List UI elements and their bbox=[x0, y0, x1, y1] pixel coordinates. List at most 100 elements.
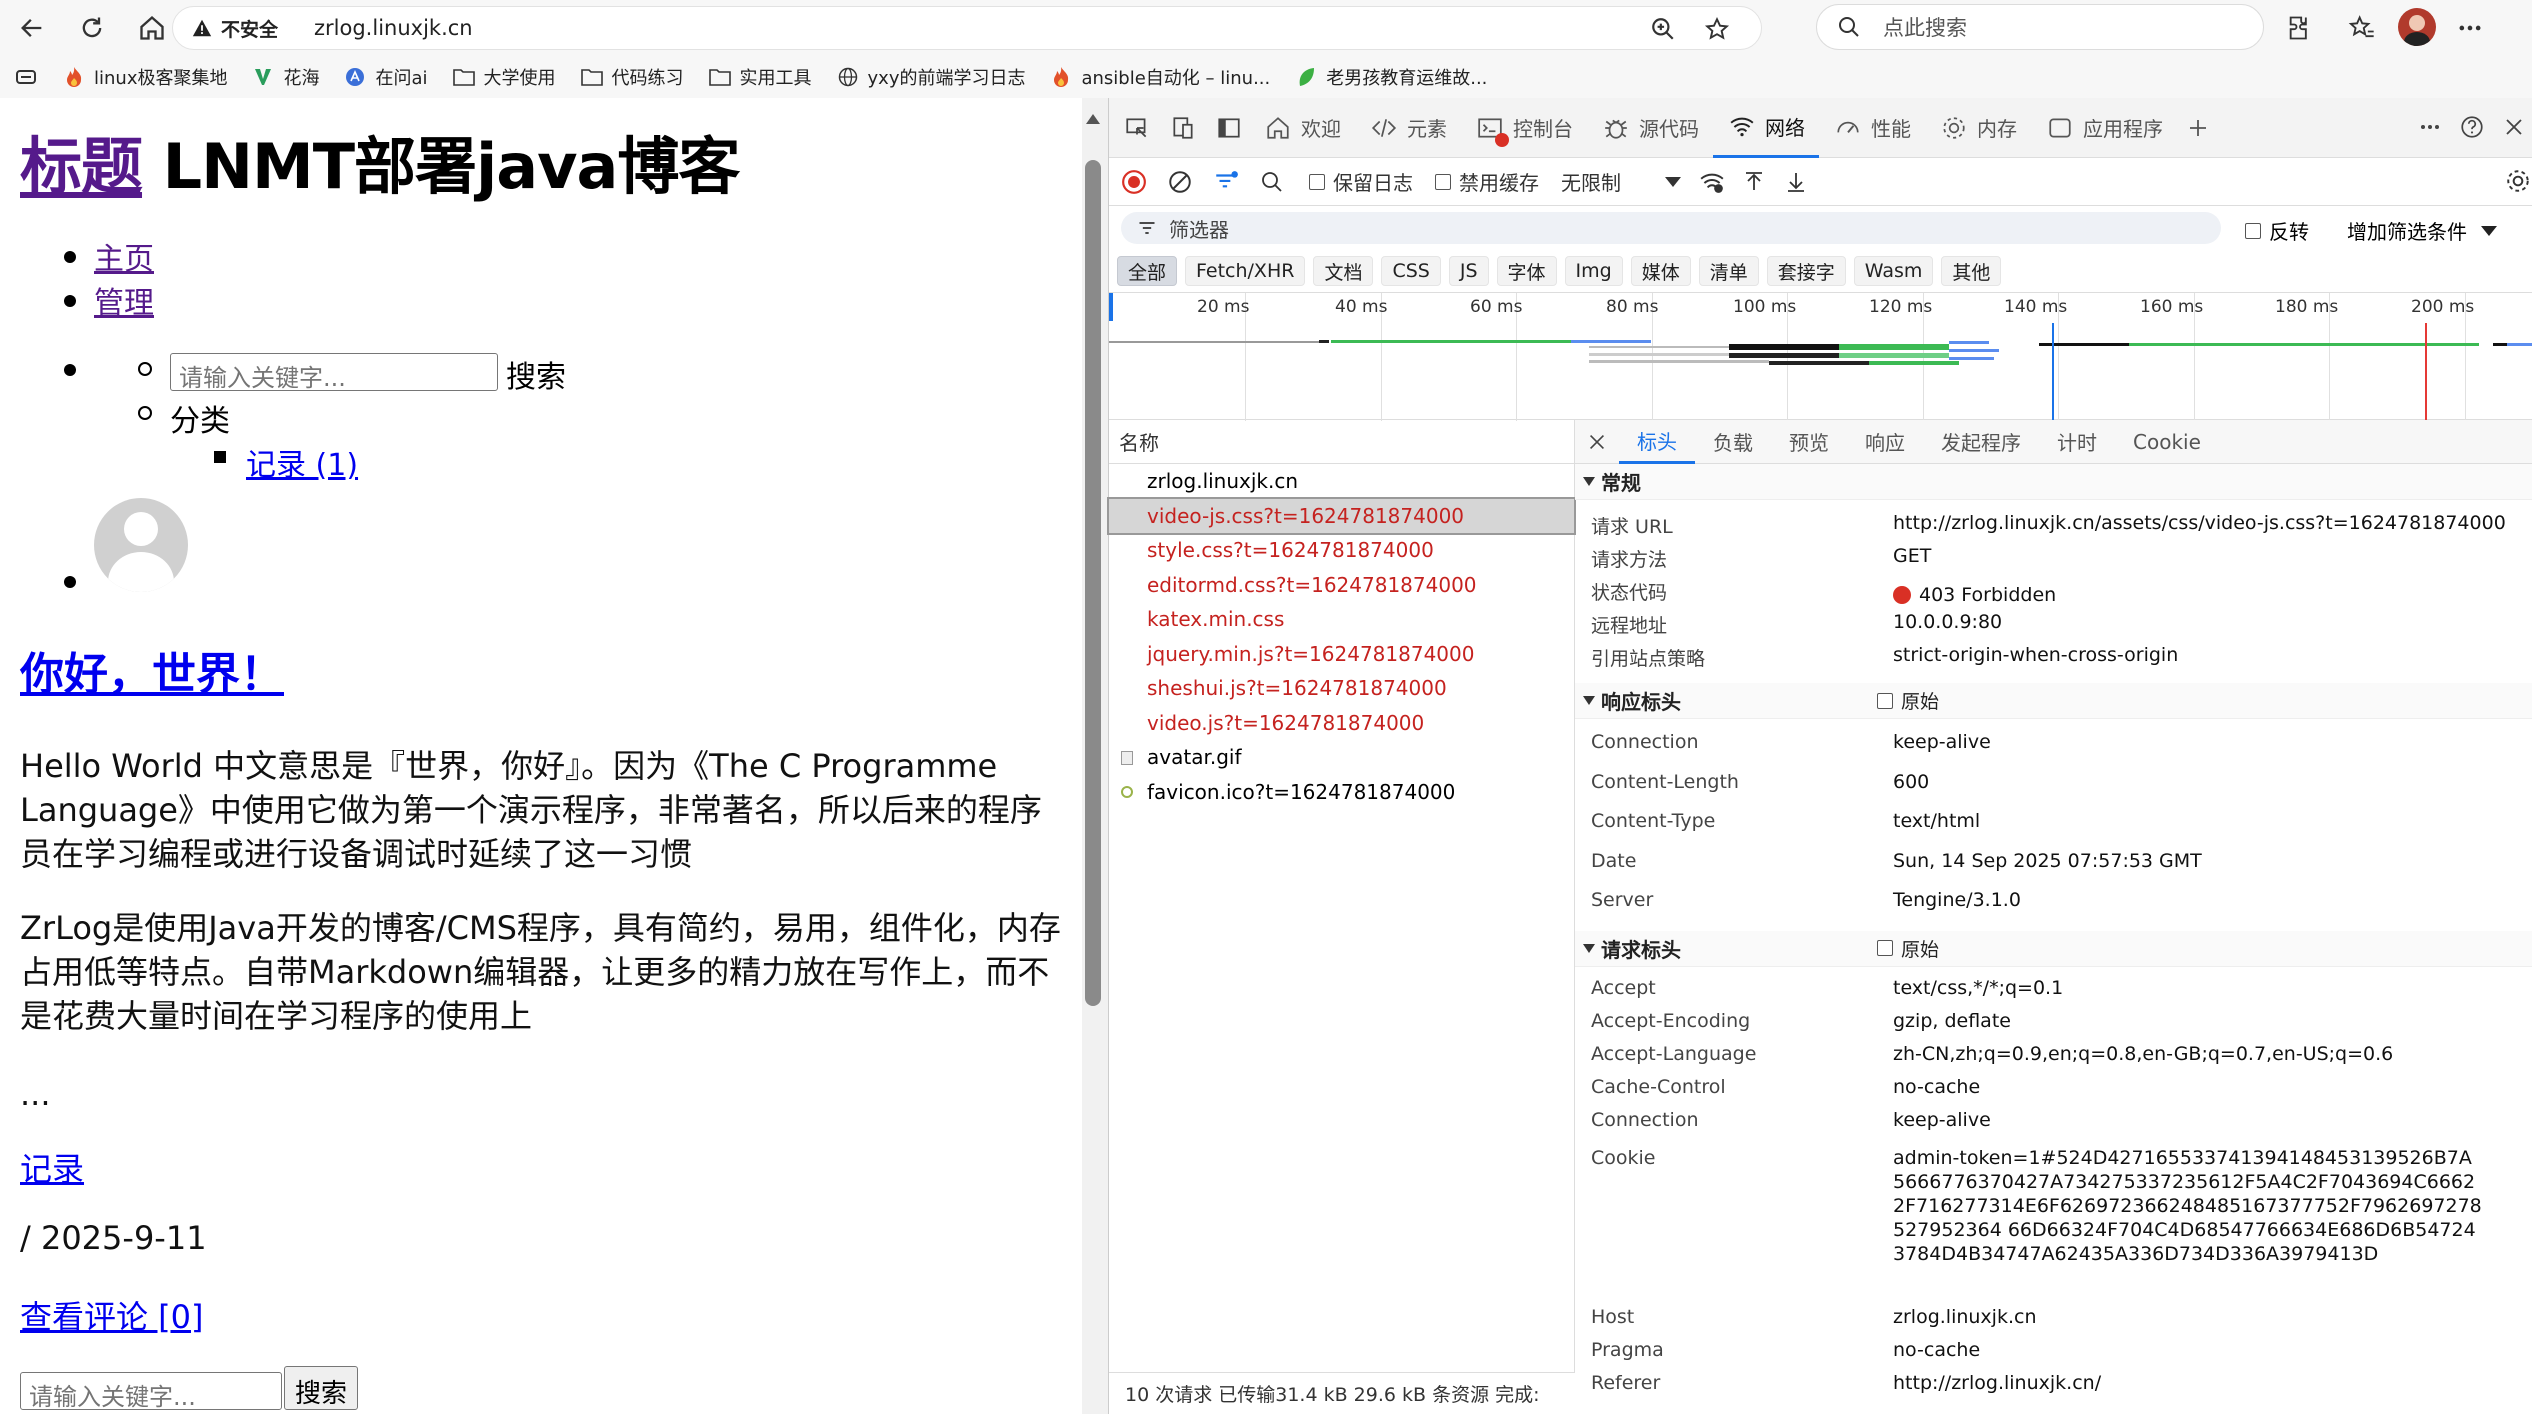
url-text[interactable]: zrlog.linuxjk.cn bbox=[314, 16, 473, 40]
add-tab-icon[interactable] bbox=[2181, 111, 2215, 145]
search-input[interactable]: 请输入关键字... bbox=[170, 353, 498, 392]
tab-payload[interactable]: 负载 bbox=[1695, 420, 1771, 464]
name-column-header[interactable]: 名称 bbox=[1109, 420, 1574, 464]
request-row[interactable]: jquery.min.js?t=1624781874000 bbox=[1109, 637, 1574, 672]
record-stop-icon[interactable] bbox=[1119, 167, 1149, 197]
request-row[interactable]: style.css?t=1624781874000 bbox=[1109, 533, 1574, 568]
category-link[interactable]: 记录 bbox=[20, 1144, 84, 1190]
clear-icon[interactable] bbox=[1165, 167, 1195, 197]
nav-admin-link[interactable]: 管理 bbox=[94, 278, 154, 322]
help-icon[interactable] bbox=[2455, 110, 2489, 144]
network-settings-gear-icon[interactable] bbox=[2503, 166, 2532, 196]
title-link[interactable]: 标题 bbox=[20, 130, 143, 203]
tab-preview[interactable]: 预览 bbox=[1771, 420, 1847, 464]
request-row[interactable]: editormd.css?t=1624781874000 bbox=[1109, 568, 1574, 603]
address-bar[interactable]: 不安全 zrlog.linuxjk.cn bbox=[172, 6, 1762, 50]
section-response-headers[interactable]: 响应标头 原始 bbox=[1575, 683, 2532, 719]
tab-response[interactable]: 响应 bbox=[1847, 420, 1923, 464]
tab-sources[interactable]: 源代码 bbox=[1587, 98, 1713, 158]
more-menu-icon[interactable] bbox=[2454, 12, 2486, 44]
filter-chip-doc[interactable]: 文档 bbox=[1313, 256, 1374, 286]
comments-link[interactable]: 查看评论 [0] bbox=[20, 1292, 204, 1338]
request-row[interactable]: katex.min.css bbox=[1109, 602, 1574, 637]
disable-cache-checkbox[interactable]: 禁用缓存 bbox=[1435, 167, 1539, 196]
profile-avatar[interactable] bbox=[2398, 8, 2436, 46]
refresh-icon[interactable] bbox=[68, 4, 116, 52]
bookmark-ansible[interactable]: ansible自动化 – linu... bbox=[1049, 64, 1270, 90]
request-row[interactable]: video.js?t=1624781874000 bbox=[1109, 706, 1574, 741]
tab-console[interactable]: 控制台 bbox=[1461, 98, 1587, 158]
nav-home-link[interactable]: 主页 bbox=[94, 234, 154, 278]
invert-checkbox[interactable]: 反转 bbox=[2245, 216, 2309, 245]
preserve-log-checkbox[interactable]: 保留日志 bbox=[1309, 167, 1413, 196]
request-row[interactable]: zrlog.linuxjk.cn bbox=[1109, 464, 1574, 499]
more-filters-dropdown[interactable]: 增加筛选条件 bbox=[2347, 216, 2497, 245]
tab-timing[interactable]: 计时 bbox=[2039, 420, 2115, 464]
filter-chip-css[interactable]: CSS bbox=[1381, 256, 1441, 286]
raw-checkbox[interactable]: 原始 bbox=[1877, 935, 1939, 962]
filter-chip-js[interactable]: JS bbox=[1448, 256, 1489, 286]
tab-initiator[interactable]: 发起程序 bbox=[1923, 420, 2039, 464]
bookmark-folder-daima[interactable]: 代码练习 bbox=[580, 64, 684, 90]
filter-chip-other[interactable]: 其他 bbox=[1941, 256, 2002, 286]
tab-application[interactable]: 应用程序 bbox=[2031, 98, 2177, 158]
tab-headers[interactable]: 标头 bbox=[1619, 420, 1695, 464]
bookmark-oldboy[interactable]: 老男孩教育运维故... bbox=[1294, 64, 1487, 90]
tab-welcome[interactable]: 欢迎 bbox=[1249, 98, 1355, 158]
tab-performance[interactable]: 性能 bbox=[1819, 98, 1925, 158]
sidebar-toggle-icon[interactable] bbox=[1209, 108, 1249, 148]
filter-chip-media[interactable]: 媒体 bbox=[1630, 256, 1691, 286]
post-title-link[interactable]: 你好，世界！ bbox=[20, 638, 284, 702]
import-icon[interactable] bbox=[1739, 167, 1769, 197]
bookmark-zaiwen[interactable]: 在问ai bbox=[343, 64, 428, 90]
filter-chip-wasm[interactable]: Wasm bbox=[1853, 256, 1934, 286]
scroll-up-arrow-icon[interactable] bbox=[1086, 114, 1100, 124]
section-request-headers[interactable]: 请求标头 原始 bbox=[1575, 930, 2532, 967]
back-icon[interactable] bbox=[8, 4, 56, 52]
bottom-search-input[interactable]: 请输入关键字... bbox=[20, 1372, 282, 1411]
page-scrollbar[interactable] bbox=[1082, 98, 1108, 1414]
inspect-icon[interactable] bbox=[1117, 108, 1157, 148]
network-overview-timeline[interactable]: 20 ms 40 ms 60 ms 80 ms 100 ms 120 ms 14… bbox=[1109, 292, 2532, 421]
filter-input[interactable]: 筛选器 bbox=[1121, 212, 2221, 244]
filter-funnel-icon[interactable] bbox=[1211, 167, 1241, 197]
filter-chip-fetch[interactable]: Fetch/XHR bbox=[1185, 256, 1306, 286]
filter-chip-manifest[interactable]: 清单 bbox=[1698, 256, 1759, 286]
filter-chip-ws[interactable]: 套接字 bbox=[1766, 256, 1846, 286]
bookmark-linux[interactable]: linux极客聚集地 bbox=[62, 64, 227, 90]
search-icon[interactable] bbox=[1257, 167, 1287, 197]
search-box[interactable]: 点此搜索 bbox=[1816, 4, 2264, 50]
favorite-star-icon[interactable] bbox=[1703, 15, 1731, 43]
device-toggle-icon[interactable] bbox=[1163, 108, 1203, 148]
reading-list-icon[interactable] bbox=[12, 63, 40, 91]
scrollbar-thumb[interactable] bbox=[1085, 160, 1101, 1006]
extensions-icon[interactable] bbox=[2284, 12, 2316, 44]
request-row[interactable]: sheshui.js?t=1624781874000 bbox=[1109, 671, 1574, 706]
bookmark-huahai[interactable]: 花海 bbox=[251, 64, 319, 90]
bottom-search-button[interactable]: 搜索 bbox=[284, 1366, 359, 1410]
category-item-link[interactable]: 记录 (1) bbox=[246, 440, 358, 484]
request-row[interactable]: video-js.css?t=1624781874000 bbox=[1107, 496, 1576, 535]
insecure-label[interactable]: 不安全 bbox=[221, 15, 278, 42]
filter-chip-font[interactable]: 字体 bbox=[1496, 256, 1557, 286]
bookmark-folder-daxue[interactable]: 大学使用 bbox=[452, 64, 556, 90]
network-conditions-icon[interactable] bbox=[1697, 167, 1727, 197]
filter-chip-img[interactable]: Img bbox=[1564, 256, 1623, 286]
close-devtools-icon[interactable] bbox=[2497, 110, 2531, 144]
request-row[interactable]: favicon.ico?t=1624781874000 bbox=[1109, 775, 1574, 810]
section-general[interactable]: 常规 bbox=[1575, 464, 2532, 500]
tab-elements[interactable]: 元素 bbox=[1355, 98, 1461, 158]
request-row[interactable]: avatar.gif bbox=[1109, 740, 1574, 775]
close-details-icon[interactable] bbox=[1575, 420, 1619, 464]
favorites-icon[interactable] bbox=[2346, 12, 2378, 44]
more-tools-icon[interactable] bbox=[2413, 110, 2447, 144]
tab-cookies[interactable]: Cookie bbox=[2115, 420, 2219, 464]
export-icon[interactable] bbox=[1781, 167, 1811, 197]
tab-memory[interactable]: 内存 bbox=[1925, 98, 2031, 158]
zoom-icon[interactable] bbox=[1649, 15, 1677, 43]
bookmark-yxy[interactable]: yxy的前端学习日志 bbox=[836, 64, 1025, 90]
raw-checkbox[interactable]: 原始 bbox=[1877, 687, 1939, 714]
bookmark-folder-shiyong[interactable]: 实用工具 bbox=[708, 64, 812, 90]
throttling-select[interactable]: 无限制 bbox=[1561, 167, 1681, 196]
home-icon[interactable] bbox=[128, 4, 176, 52]
